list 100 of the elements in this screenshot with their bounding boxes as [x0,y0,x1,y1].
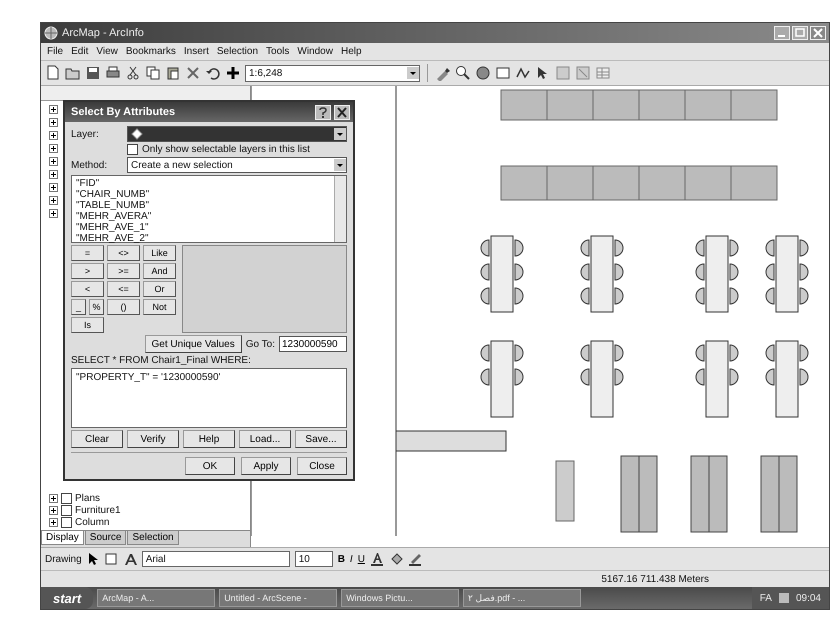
expand-icon[interactable] [49,170,58,179]
paste-icon[interactable] [165,65,181,81]
undo-icon[interactable] [205,65,221,81]
expand-icon[interactable] [49,196,58,205]
rectangle-icon[interactable] [104,552,118,566]
taskbar-button[interactable]: Untitled - ArcScene - [219,589,338,607]
layer-checkbox[interactable] [61,505,72,516]
save-icon[interactable] [85,65,101,81]
pointer-icon[interactable] [86,552,99,566]
text-style-button[interactable]: U [358,552,365,566]
text-style-button[interactable]: B [338,552,345,566]
new-file-icon[interactable] [45,65,61,81]
menu-item[interactable]: Help [340,46,362,57]
checkbox[interactable] [127,144,138,155]
text-style-button[interactable]: I [350,552,353,566]
expand-icon[interactable] [49,506,58,515]
operator-button[interactable]: <> [107,245,140,261]
layer-name[interactable]: Column [75,517,110,528]
expand-icon[interactable] [49,131,58,140]
menu-item[interactable]: File [47,46,64,57]
dialog-button[interactable]: OK [185,457,235,475]
table-icon[interactable] [595,65,611,81]
dialog-button[interactable]: Verify [127,430,179,448]
dialog-button[interactable]: Help [183,430,235,448]
help-icon[interactable] [315,104,331,120]
text-icon[interactable] [122,552,137,566]
zoom-in-icon[interactable] [455,65,471,81]
cut-icon[interactable] [125,65,141,81]
menu-item[interactable]: Selection [216,46,258,57]
expand-icon[interactable] [49,118,58,127]
expand-icon[interactable] [49,494,58,503]
dialog-button[interactable]: Load... [239,430,291,448]
layer-checkbox[interactable] [61,493,72,504]
tray-icon[interactable] [778,592,790,604]
menu-item[interactable]: Insert [184,46,209,57]
operator-button[interactable]: < [71,281,104,297]
menu-item[interactable]: Tools [266,46,290,57]
operator-button[interactable]: >= [107,263,140,279]
tab[interactable]: Selection [127,531,179,545]
tab[interactable]: Display [41,531,84,545]
language-indicator[interactable]: FA [760,592,772,604]
font-size-dropdown[interactable]: 10 [294,551,333,567]
layer-dropdown[interactable] [127,126,347,142]
menu-item[interactable]: Window [297,46,333,57]
dialog-button[interactable]: Save... [295,430,347,448]
expand-icon[interactable] [49,105,58,114]
expand-icon[interactable] [49,183,58,192]
operator-button[interactable]: Is [71,317,104,333]
scrollbar[interactable] [334,176,346,242]
field-item[interactable]: "TABLE_NUMB" [76,200,330,211]
menu-item[interactable]: View [96,46,118,57]
dialog-button[interactable]: Apply [241,457,291,475]
add-data-icon[interactable] [225,65,241,81]
operator-button[interactable]: Like [143,245,176,261]
field-item[interactable]: "FID" [76,178,330,189]
field-item[interactable]: "MEHR_AVE_1" [76,222,330,233]
layer-checkbox[interactable] [61,517,72,528]
delete-icon[interactable] [185,65,201,81]
dialog-button[interactable]: Clear [71,430,123,448]
fill-color-icon[interactable] [388,552,403,566]
dialog-button[interactable]: Close [297,457,347,475]
get-unique-values-button[interactable]: Get Unique Values [144,335,242,353]
copy-icon[interactable] [145,65,161,81]
expand-icon[interactable] [49,518,58,527]
editor-icon[interactable] [435,65,451,81]
operator-button[interactable]: Not [143,299,176,315]
operator-button[interactable]: > [71,263,104,279]
font-color-icon[interactable] [370,552,384,566]
method-dropdown[interactable]: Create a new selection [127,157,347,173]
layer-name[interactable]: Plans [75,493,100,504]
menu-item[interactable]: Edit [71,46,88,57]
scale-dropdown[interactable]: 1:6,248 [245,64,420,82]
window-icon[interactable] [495,65,511,81]
field-item[interactable]: "MEHR_AVE_2" [76,233,330,244]
drawing-menu[interactable]: Drawing [45,554,82,564]
start-button[interactable]: start [41,587,94,609]
taskbar-button[interactable]: فصل ۲.pdf - ... [463,589,582,607]
taskbar-button[interactable]: ArcMap - A... [97,589,216,607]
field-item[interactable]: "CHAIR_NUMB" [76,189,330,200]
operator-button[interactable]: = [71,245,104,261]
operator-button[interactable]: % [89,299,104,315]
line-color-icon[interactable] [408,552,422,566]
expand-icon[interactable] [49,209,58,218]
close-icon[interactable] [334,104,350,120]
operator-button[interactable]: () [107,299,140,315]
expand-icon[interactable] [49,157,58,166]
operator-button[interactable]: Or [143,281,176,297]
taskbar-button[interactable]: Windows Pictu... [341,589,460,607]
expression-box[interactable]: "PROPERTY_T" = '1230000590' [71,368,347,428]
go-to-field[interactable]: 1230000590 [279,336,347,352]
operator-button[interactable]: And [143,263,176,279]
operator-button[interactable]: _ [71,299,86,315]
globe-icon[interactable] [475,65,491,81]
operator-button[interactable]: <= [107,281,140,297]
layer-name[interactable]: Furniture1 [75,505,121,516]
tab[interactable]: Source [84,531,126,545]
menu-item[interactable]: Bookmarks [126,46,176,57]
font-dropdown[interactable]: Arial [142,551,290,567]
field-item[interactable]: "MEHR_AVERA" [76,211,330,222]
expand-icon[interactable] [49,144,58,153]
